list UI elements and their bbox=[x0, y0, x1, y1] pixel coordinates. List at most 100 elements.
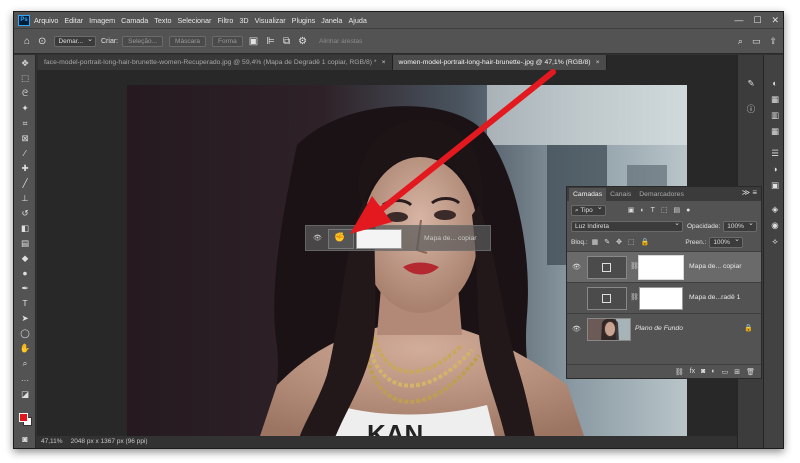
new-adjustment-icon[interactable]: ◐ bbox=[711, 368, 715, 375]
tab-demarcadores[interactable]: Demarcadores bbox=[635, 188, 688, 201]
layer-row[interactable]: · ⛓ Mapa de...radê 1 bbox=[567, 282, 761, 313]
menu-3d[interactable]: 3D bbox=[239, 16, 248, 25]
gradients-icon[interactable]: ▥ bbox=[769, 109, 781, 121]
dodge-tool-icon[interactable]: ● bbox=[19, 267, 31, 279]
filter-adjustment-icon[interactable]: ◐ bbox=[640, 207, 644, 214]
frame-tool-icon[interactable]: ⊠ bbox=[19, 132, 31, 144]
clone-stamp-tool-icon[interactable]: ⊥ bbox=[19, 192, 31, 204]
menu-ajuda[interactable]: Ajuda bbox=[348, 16, 366, 25]
eye-icon[interactable]: 👁 bbox=[572, 263, 581, 271]
quick-mask-icon[interactable]: ◙ bbox=[19, 433, 31, 445]
share-icon[interactable]: ⇪ bbox=[769, 36, 777, 47]
history-brush-tool-icon[interactable]: ↺ bbox=[19, 207, 31, 219]
blend-mode-dropdown[interactable]: Luz Indireta bbox=[571, 219, 683, 232]
lock-pixels-icon[interactable]: ✎ bbox=[604, 238, 610, 246]
eye-icon[interactable]: 👁 bbox=[572, 325, 581, 333]
layers-icon[interactable]: ◈ bbox=[769, 203, 781, 215]
pen-tool-preset-icon[interactable]: ⊙ bbox=[38, 36, 46, 47]
link-icon[interactable]: ⛓ bbox=[630, 262, 639, 270]
type-tool-icon[interactable]: T bbox=[19, 297, 31, 309]
menu-texto[interactable]: Texto bbox=[154, 16, 171, 25]
swatches-icon[interactable]: ▦ bbox=[769, 93, 781, 105]
libraries-icon[interactable]: ▣ bbox=[769, 179, 781, 191]
menu-visualizar[interactable]: Visualizar bbox=[255, 16, 286, 25]
zoom-level[interactable]: 47,11% bbox=[41, 436, 63, 448]
filter-shape-icon[interactable]: ⬚ bbox=[661, 206, 668, 214]
crop-tool-icon[interactable]: ⌗ bbox=[19, 117, 31, 129]
filter-type-icon[interactable]: T bbox=[651, 207, 655, 214]
home-icon[interactable]: ⌂ bbox=[24, 36, 30, 47]
layer-filter-dropdown[interactable]: ⌕ Tipo bbox=[571, 203, 606, 216]
menu-filtro[interactable]: Filtro bbox=[217, 16, 233, 25]
more-tools-icon[interactable]: … bbox=[19, 372, 31, 384]
close-icon[interactable]: × bbox=[596, 59, 600, 66]
pen-tool-icon[interactable]: ✒ bbox=[19, 282, 31, 294]
search-icon[interactable]: ⌕ bbox=[738, 36, 743, 47]
mask-thumbnail[interactable] bbox=[638, 255, 684, 280]
info-icon[interactable]: ⓘ bbox=[745, 103, 757, 115]
gradient-tool-icon[interactable]: ▤ bbox=[19, 237, 31, 249]
new-group-icon[interactable]: ▭ bbox=[722, 368, 729, 376]
tab-document-2[interactable]: women-model-portrait-long-hair-brunette-… bbox=[392, 55, 607, 70]
layer-row[interactable]: 👁 ⛓ Mapa de... copiar bbox=[567, 251, 761, 282]
color-icon[interactable]: ◐ bbox=[769, 77, 781, 89]
delete-layer-icon[interactable]: 🗑 bbox=[746, 368, 755, 376]
menu-editar[interactable]: Editar bbox=[64, 16, 83, 25]
pen-mode-dropdown[interactable]: Demar... bbox=[54, 35, 96, 47]
menu-camada[interactable]: Camada bbox=[121, 16, 148, 25]
brush-tool-icon[interactable]: ╱ bbox=[19, 177, 31, 189]
filter-pixel-icon[interactable]: ▣ bbox=[628, 206, 635, 214]
menu-janela[interactable]: Janela bbox=[321, 16, 342, 25]
menu-selecionar[interactable]: Selecionar bbox=[177, 16, 211, 25]
opacity-input[interactable]: 100% bbox=[723, 219, 757, 232]
close-button[interactable]: ✕ bbox=[771, 15, 779, 26]
new-layer-icon[interactable]: ⊞ bbox=[734, 368, 740, 376]
magic-wand-tool-icon[interactable]: ✦ bbox=[19, 102, 31, 114]
lock-transparency-icon[interactable]: ▦ bbox=[592, 238, 599, 246]
default-colors-icon[interactable]: ◪ bbox=[19, 388, 31, 400]
zoom-tool-icon[interactable]: ⌕ bbox=[19, 357, 31, 369]
ellipse-tool-icon[interactable]: ◯ bbox=[19, 327, 31, 339]
layer-style-icon[interactable]: fx bbox=[690, 368, 695, 375]
paths-icon[interactable]: ⟡ bbox=[769, 235, 781, 247]
eraser-tool-icon[interactable]: ◧ bbox=[19, 222, 31, 234]
eye-hidden-icon[interactable]: · bbox=[572, 294, 574, 301]
menu-plugins[interactable]: Plugins bbox=[292, 16, 316, 25]
hand-tool-icon[interactable]: ✋ bbox=[19, 342, 31, 354]
dragged-layer-ghost[interactable]: 👁 ✊ Mapa de... copiar bbox=[305, 225, 491, 251]
close-icon[interactable]: × bbox=[382, 59, 386, 66]
path-arrangement-icon[interactable]: ⧉ bbox=[283, 36, 290, 47]
mask-thumbnail[interactable] bbox=[639, 287, 683, 310]
eyedropper-tool-icon[interactable]: ⁄ bbox=[19, 147, 31, 159]
link-layers-icon[interactable]: ⛓ bbox=[675, 368, 684, 376]
lock-all-icon[interactable]: 🔒 bbox=[641, 238, 650, 246]
tab-document-1[interactable]: face-model-portrait-long-hair-brunette-w… bbox=[38, 55, 393, 70]
path-selection-tool-icon[interactable]: ➤ bbox=[19, 312, 31, 324]
tab-canais[interactable]: Canais bbox=[606, 188, 635, 201]
foreground-color-swatch[interactable] bbox=[19, 413, 28, 422]
lock-position-icon[interactable]: ✥ bbox=[616, 238, 622, 246]
link-icon[interactable]: ⛓ bbox=[630, 293, 639, 301]
maximize-button[interactable]: ☐ bbox=[753, 15, 761, 26]
workspace-icon[interactable]: ▭ bbox=[752, 36, 761, 47]
filter-smart-object-icon[interactable]: ▤ bbox=[674, 206, 681, 214]
move-tool-icon[interactable]: ✥ bbox=[19, 57, 31, 69]
path-alignment-icon[interactable]: ⊫ bbox=[266, 36, 275, 47]
blur-tool-icon[interactable]: ◆ bbox=[19, 252, 31, 264]
menu-imagem[interactable]: Imagem bbox=[89, 16, 115, 25]
settings-gear-icon[interactable]: ⚙ bbox=[298, 36, 307, 47]
menu-arquivo[interactable]: Arquivo bbox=[34, 16, 58, 25]
tab-camadas[interactable]: Camadas bbox=[569, 188, 607, 201]
lasso-tool-icon[interactable]: ᘓ bbox=[19, 87, 31, 99]
adjustments-icon[interactable]: ◑ bbox=[769, 163, 781, 175]
forma-button[interactable]: Forma bbox=[211, 35, 243, 47]
selecao-button[interactable]: Seleção... bbox=[122, 35, 164, 47]
patterns-icon[interactable]: ▦ bbox=[769, 125, 781, 137]
brush-settings-icon[interactable]: ✎ bbox=[745, 77, 757, 89]
minimize-button[interactable]: — bbox=[734, 15, 743, 25]
align-edges-checkbox[interactable]: Alinhar arestas bbox=[319, 38, 362, 45]
filter-toggle-icon[interactable]: ● bbox=[686, 207, 690, 214]
add-mask-icon[interactable]: ◙ bbox=[701, 368, 705, 375]
healing-brush-tool-icon[interactable]: ✚ bbox=[19, 162, 31, 174]
path-operations-icon[interactable]: ▣ bbox=[249, 36, 258, 47]
